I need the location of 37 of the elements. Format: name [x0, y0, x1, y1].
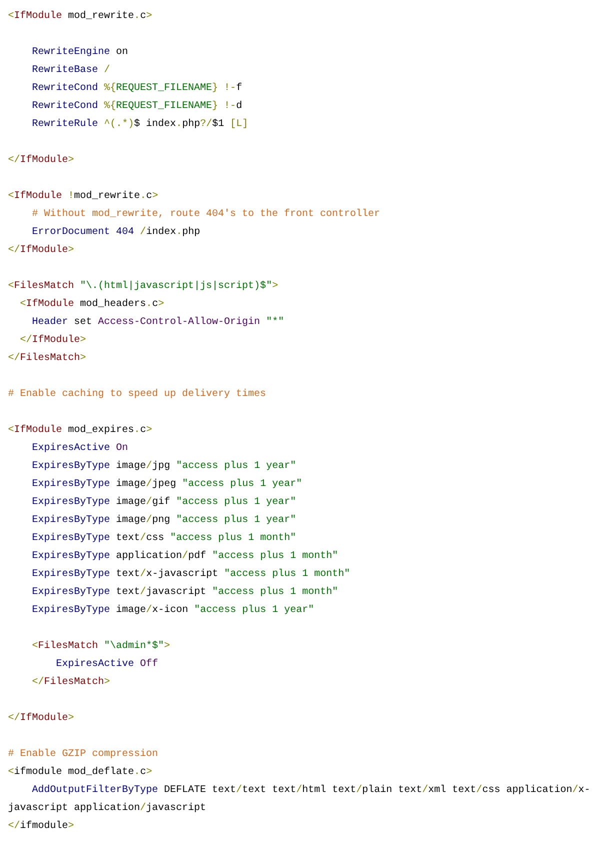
code-line: <ifmodule mod_deflate.c> — [8, 766, 154, 780]
code-line: ExpiresByType text/css "access plus 1 month" — [31, 532, 298, 546]
code-line: ErrorDocument 404 /index.php — [31, 226, 202, 240]
code-line: # Enable GZIP compression — [8, 748, 160, 762]
code-line: AddOutputFilterByType DEFLATE text/text text/html text/plain text/xml text/css application/x- — [31, 784, 592, 798]
code-line: <IfModule !mod_rewrite.c> — [8, 190, 160, 204]
code-line: <IfModule mod_expires.c> — [8, 424, 154, 438]
code-line: </IfModule> — [8, 244, 76, 258]
code-line: Header set Access-Control-Allow-Origin "*" — [31, 316, 286, 330]
code-line: ExpiresByType image/jpg "access plus 1 year" — [31, 460, 298, 474]
code-line: # Enable caching to speed up delivery times — [8, 388, 268, 402]
code-line: RewriteBase / — [31, 64, 112, 78]
code-line: ExpiresByType image/png "access plus 1 year" — [31, 514, 298, 528]
code-line: ExpiresActive On — [31, 442, 130, 456]
code-line: ExpiresByType text/x-javascript "access plus 1 month" — [31, 568, 352, 582]
code-line: </ifmodule> — [8, 820, 76, 834]
code-line: ExpiresByType image/jpeg "access plus 1 year" — [31, 478, 304, 492]
code-line: ExpiresByType image/gif "access plus 1 year" — [31, 496, 298, 510]
code-line: RewriteRule ^(.*)$ index.php?/$1 [L] — [31, 118, 250, 132]
code-line: ExpiresActive Off — [55, 658, 160, 672]
code-line: </IfModule> — [8, 154, 76, 168]
code-line: ExpiresByType image/x-icon "access plus 1 year" — [31, 604, 316, 618]
code-line: </FilesMatch> — [8, 352, 88, 366]
code-line: RewriteEngine on — [31, 46, 130, 60]
code-line: <IfModule mod_rewrite.c> — [8, 10, 154, 24]
code-line: javascript application/javascript — [8, 802, 208, 816]
code-line: ExpiresByType application/pdf "access plus 1 month" — [31, 550, 340, 564]
code-line: <FilesMatch "\.(html|javascript|js|script)$"> — [8, 280, 280, 294]
code-line: </FilesMatch> — [31, 676, 112, 690]
code-line: </IfModule> — [8, 712, 76, 726]
code-line: RewriteCond %{REQUEST_FILENAME} !-f — [31, 82, 244, 96]
code-line: # Without mod_rewrite, route 404's to the front controller — [31, 208, 382, 222]
code-line: ExpiresByType text/javascript "access plus 1 month" — [31, 586, 340, 600]
code-line: RewriteCond %{REQUEST_FILENAME} !-d — [31, 100, 244, 114]
code-line: <FilesMatch "\admin*$"> — [31, 640, 172, 654]
code-line: <IfModule mod_headers.c> — [19, 298, 166, 312]
code-line: </IfModule> — [19, 334, 88, 348]
